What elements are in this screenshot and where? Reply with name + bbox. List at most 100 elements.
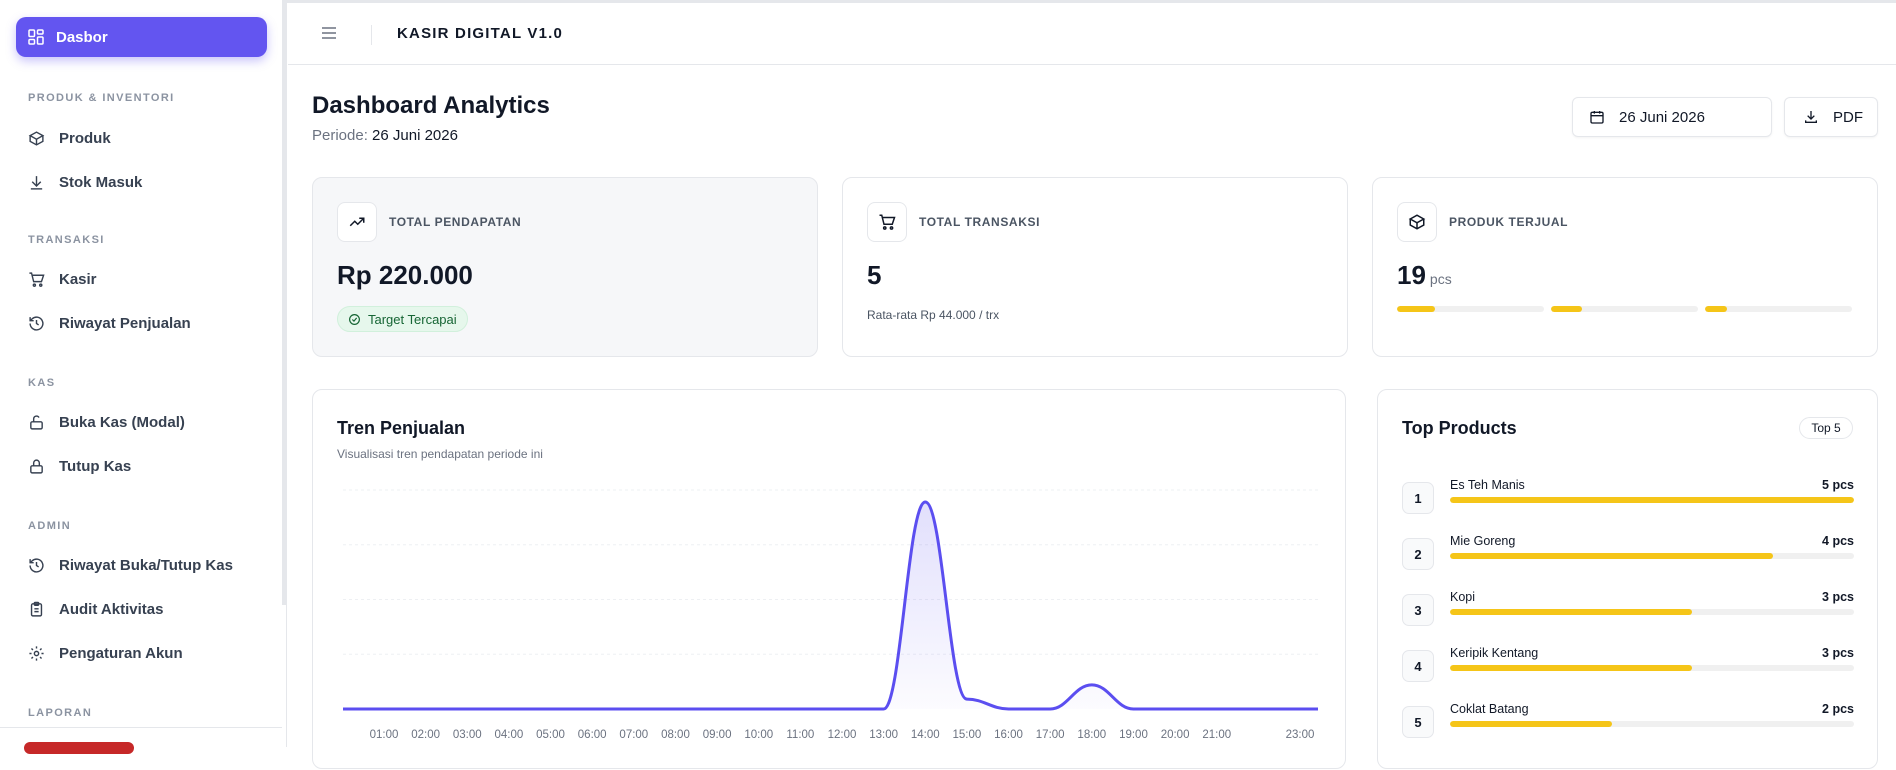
box-icon [28, 130, 45, 146]
sidebar-item-buka-kas[interactable]: Buka Kas (Modal) [28, 410, 185, 434]
progress-track [1450, 609, 1854, 615]
sidebar-item-label: Buka Kas (Modal) [59, 413, 185, 431]
sidebar-item-pengaturan[interactable]: Pengaturan Akun [28, 641, 183, 665]
segment-fill [1551, 306, 1582, 312]
x-tick-label: 21:00 [1202, 729, 1231, 741]
sidebar-scrollbar[interactable] [282, 0, 287, 605]
progress-fill [1450, 609, 1693, 615]
x-tick-label: 17:00 [1036, 729, 1065, 741]
sidebar-item-stok-masuk[interactable]: Stok Masuk [28, 170, 142, 194]
status-badge-label: Target Tercapai [368, 311, 457, 327]
sidebar-item-label: Riwayat Penjualan [59, 314, 191, 332]
product-name: Mie Goreng [1450, 534, 1516, 548]
series-line [343, 500, 1318, 711]
sidebar-item-label: Produk [59, 129, 111, 147]
sales-trend-chart: 01:00 02:00 03:00 04:00 05:00 06:00 07:00 08:00… [343, 489, 1318, 741]
stat-number: 19 [1397, 260, 1426, 290]
sidebar-item-tutup-kas[interactable]: Tutup Kas [28, 454, 131, 478]
x-tick-label: 11:00 [786, 729, 814, 741]
sidebar-item-kasir[interactable]: Kasir [28, 267, 97, 291]
sidebar-item-label: Kasir [59, 270, 97, 288]
logout-button[interactable] [24, 742, 134, 754]
stat-value: Rp 220.000 [337, 260, 473, 290]
x-tick-label: 14:00 [911, 729, 940, 741]
rank-badge: 2 [1402, 538, 1434, 570]
card-icon-box [1397, 202, 1437, 242]
rank-badge: 4 [1402, 650, 1434, 682]
sidebar-item-riwayat-kas[interactable]: Riwayat Buka/Tutup Kas [28, 553, 233, 577]
rank-badge: 3 [1402, 594, 1434, 626]
progress-track [1450, 721, 1854, 727]
status-badge: Target Tercapai [337, 306, 468, 332]
sidebar-item-label: Stok Masuk [59, 173, 143, 191]
x-tick-label: 15:00 [953, 729, 982, 741]
sidebar-item-label: Riwayat Buka/Tutup Kas [59, 556, 233, 574]
date-picker-button[interactable]: 26 Juni 2026 [1572, 97, 1772, 137]
sidebar-item-produk[interactable]: Produk [28, 126, 111, 150]
list-item: 1 Es Teh Manis 5 pcs [1402, 478, 1854, 514]
x-tick-label: 09:00 [703, 729, 732, 741]
product-qty: 3 pcs [1822, 590, 1854, 604]
card-icon-box [867, 202, 907, 242]
sidebar-item-label: Dasbor [56, 28, 108, 46]
product-name: Es Teh Manis [1450, 478, 1525, 492]
x-tick-label: 04:00 [495, 729, 524, 741]
download-arrow-icon [30, 175, 43, 190]
progress-fill [1450, 553, 1774, 559]
gear-icon [29, 645, 44, 661]
list-item: 5 Coklat Batang 2 pcs [1402, 702, 1854, 738]
product-name: Coklat Batang [1450, 702, 1529, 716]
progress-track [1450, 665, 1854, 671]
export-pdf-button[interactable]: PDF [1784, 97, 1878, 137]
top-count-badge: Top 5 [1799, 417, 1853, 439]
x-tick-label: 10:00 [744, 729, 773, 741]
list-item: 2 Mie Goreng 4 pcs [1402, 534, 1854, 570]
clipboard-icon [30, 601, 43, 617]
header-divider [371, 25, 372, 45]
stat-card-sold: PRODUK TERJUAL 19 pcs [1372, 177, 1878, 357]
segment-bar [1705, 306, 1852, 312]
section-label-kas: KAS [28, 377, 56, 389]
x-tick-label: 06:00 [578, 729, 607, 741]
sidebar-item-dasbor[interactable]: Dasbor [16, 17, 267, 57]
x-tick-label: 13:00 [869, 729, 898, 741]
x-tick-label: 12:00 [828, 729, 857, 741]
section-label-produk: PRODUK & INVENTORI [28, 92, 175, 104]
calendar-icon [1590, 111, 1604, 124]
series-area [343, 502, 1318, 709]
segment-fill [1705, 306, 1728, 312]
x-tick-label: 07:00 [619, 729, 648, 741]
section-label-admin: ADMIN [28, 520, 72, 532]
section-label-transaksi: TRANSAKSI [28, 234, 105, 246]
x-tick-label: 20:00 [1161, 729, 1190, 741]
x-tick-label: 18:00 [1077, 729, 1106, 741]
stat-subtext: Rata-rata Rp 44.000 / trx [867, 308, 1000, 322]
sidebar: Dasbor PRODUK & INVENTORI Produk Stok Ma… [0, 0, 287, 754]
history-icon [29, 557, 44, 573]
product-qty: 5 pcs [1822, 478, 1854, 492]
app-title: KASIR DIGITAL V1.0 [397, 25, 564, 42]
segment-bar [1397, 306, 1544, 312]
periode-value: 26 Juni 2026 [372, 127, 458, 144]
stat-value: 19 pcs [1397, 260, 1452, 291]
menu-icon[interactable] [322, 27, 336, 39]
product-name: Keripik Kentang [1450, 646, 1539, 660]
segment-bar [1551, 306, 1698, 312]
sidebar-item-audit[interactable]: Audit Aktivitas [28, 597, 163, 621]
x-tick-label: 19:00 [1119, 729, 1148, 741]
stat-card-transactions: TOTAL TRANSAKSI 5 Rata-rata Rp 44.000 / … [842, 177, 1348, 357]
sidebar-divider [0, 727, 282, 728]
rank-badge: 5 [1402, 706, 1434, 738]
stat-unit: pcs [1429, 271, 1452, 287]
page-title: Dashboard Analytics [312, 92, 550, 119]
list-item: 4 Keripik Kentang 3 pcs [1402, 646, 1854, 682]
product-qty: 2 pcs [1822, 702, 1854, 716]
segment-fill [1397, 306, 1436, 312]
top-header: KASIR DIGITAL V1.0 [288, 3, 1896, 65]
top-products-title: Top Products [1402, 418, 1517, 438]
export-pdf-label: PDF [1833, 108, 1863, 126]
trending-up-icon [349, 217, 365, 227]
sidebar-item-riwayat-penjualan[interactable]: Riwayat Penjualan [28, 311, 191, 335]
history-icon [29, 315, 44, 331]
periode-label: Periode: [312, 127, 368, 144]
